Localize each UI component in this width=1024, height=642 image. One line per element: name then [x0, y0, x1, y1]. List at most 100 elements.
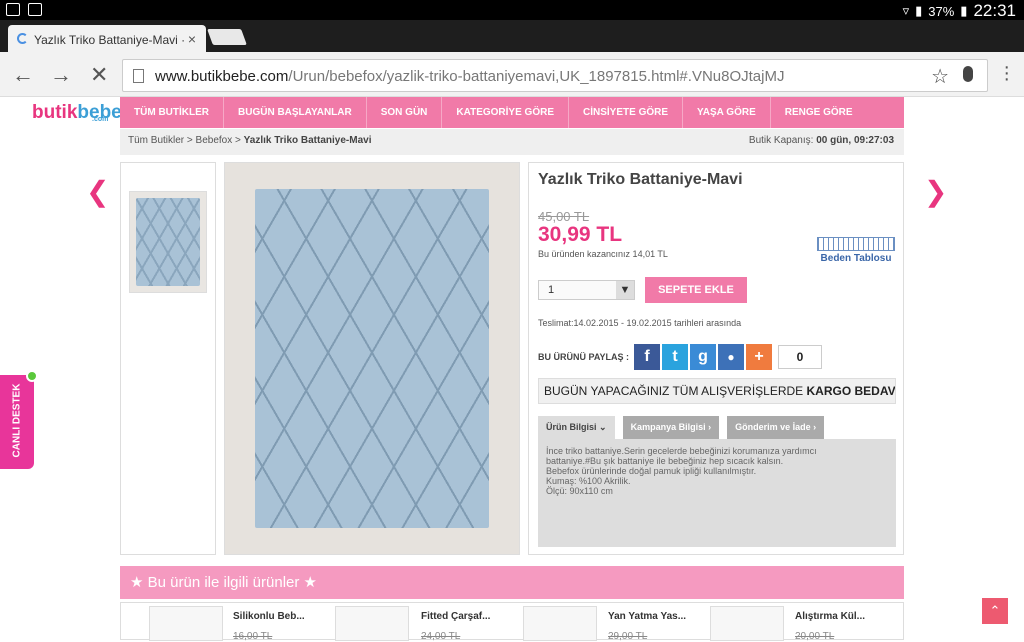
- logo-part-1: butik: [32, 102, 78, 123]
- delivery-info: Teslimat:14.02.2015 - 19.02.2015 tarihle…: [538, 318, 742, 328]
- online-status-dot: [26, 370, 38, 382]
- scroll-to-top-button[interactable]: ⌃: [982, 598, 1008, 624]
- related-name: Alıştırma Kül...: [795, 611, 866, 622]
- star-icon: ★: [130, 574, 144, 591]
- tab-shipping-returns[interactable]: Gönderim ve İade ›: [727, 416, 825, 439]
- chevron-down-icon: ▼: [616, 281, 634, 299]
- crumb-separator: >: [235, 135, 241, 146]
- related-name: Silikonlu Beb...: [233, 611, 305, 622]
- nav-by-age[interactable]: YAŞA GÖRE: [683, 97, 771, 128]
- share-label: BU ÜRÜNÜ PAYLAŞ :: [538, 352, 630, 362]
- related-product-image[interactable]: [710, 606, 784, 641]
- bookmark-star-icon[interactable]: ☆: [931, 64, 949, 89]
- page-icon: [133, 69, 144, 83]
- logo-suffix: .com: [92, 116, 109, 123]
- nav-by-gender[interactable]: CİNSİYETE GÖRE: [569, 97, 684, 128]
- related-title: Bu ürün ile ilgili ürünler: [147, 574, 300, 591]
- blanket-photo: [255, 189, 489, 528]
- related-old-price: 24,00 TL: [421, 631, 461, 642]
- product-title: Yazlık Triko Battaniye-Mavi: [538, 171, 743, 188]
- close-tab-icon[interactable]: ×: [188, 31, 196, 47]
- microphone-icon[interactable]: [963, 66, 973, 82]
- tab-title: Yazlık Triko Battaniye-Mavi ·: [34, 33, 186, 47]
- related-product-image[interactable]: [149, 606, 223, 641]
- saving-text: Bu üründen kazancınız 14,01 TL: [538, 249, 668, 259]
- add-to-cart-button[interactable]: SEPETE EKLE: [645, 277, 747, 303]
- people-icon[interactable]: ●: [718, 344, 745, 370]
- description-line: Kumaş: %100 Akrilik.: [546, 476, 631, 486]
- product-description: İnce triko battaniye.Serin gecelerde beb…: [538, 439, 896, 547]
- address-bar[interactable]: www.butikbebe.com/Urun/bebefox/yazlik-tr…: [122, 59, 988, 92]
- free-shipping-bold: KARGO BEDAVA!: [806, 384, 895, 398]
- related-product[interactable]: Silikonlu Beb... 16,00 TL: [233, 611, 305, 642]
- task-icon: [28, 3, 42, 16]
- browser-tab[interactable]: Yazlık Triko Battaniye-Mavi · ×: [8, 25, 206, 52]
- twitter-icon[interactable]: t: [662, 344, 689, 370]
- browser-toolbar: ← → ✕ www.butikbebe.com/Urun/bebefox/yaz…: [0, 52, 1024, 97]
- new-tab-button[interactable]: [207, 29, 247, 45]
- main-navigation: TÜM BUTİKLER BUGÜN BAŞLAYANLAR SON GÜN K…: [120, 97, 904, 128]
- quantity-value: 1: [548, 284, 555, 296]
- url-text[interactable]: www.butikbebe.com/Urun/bebefox/yazlik-tr…: [155, 68, 784, 85]
- related-products-header: ★ Bu ürün ile ilgili ürünler ★: [120, 566, 904, 599]
- related-product[interactable]: Fitted Çarşaf... 24,00 TL: [421, 611, 490, 642]
- tab-campaign-info-label: Kampanya Bilgisi: [630, 422, 706, 432]
- related-old-price: 29,00 TL: [608, 631, 648, 642]
- size-chart-label: Beden Tablosu: [820, 253, 892, 264]
- back-icon[interactable]: ←: [12, 62, 34, 88]
- tab-product-info[interactable]: Ürün Bilgisi ⌄: [538, 416, 615, 439]
- product-info-panel: Yazlık Triko Battaniye-Mavi 45,00 TL 30,…: [528, 162, 904, 555]
- boutique-timer: Butik Kapanış: 00 gün, 09:27:03: [749, 135, 894, 146]
- related-product[interactable]: Alıştırma Kül... 20,00 TL: [795, 611, 865, 642]
- live-support-tab[interactable]: CANLI DESTEK: [0, 375, 34, 469]
- nav-by-color[interactable]: RENGE GÖRE: [771, 97, 867, 128]
- clock: 22:31: [973, 1, 1016, 20]
- battery-level: 37%: [928, 3, 955, 19]
- nav-last-day[interactable]: SON GÜN: [367, 97, 443, 128]
- product-tabs: Ürün Bilgisi ⌄ Kampanya Bilgisi › Gönder…: [538, 416, 825, 439]
- free-shipping-text: BUGÜN YAPACAĞINIZ TÜM ALIŞVERİŞLERDE: [544, 384, 807, 398]
- plus-share-icon[interactable]: +: [746, 344, 773, 370]
- product-main-image[interactable]: [224, 162, 520, 555]
- previous-product-icon[interactable]: ❮: [86, 175, 109, 208]
- related-old-price: 20,00 TL: [795, 631, 835, 642]
- signal-icon: ▮: [915, 3, 923, 18]
- thumbnail-gallery: [120, 162, 216, 555]
- url-path: /Urun/bebefox/yazlik-triko-battaniyemavi…: [288, 68, 785, 85]
- gallery-icon: [6, 3, 20, 16]
- browser-tab-strip: Yazlık Triko Battaniye-Mavi · ×: [0, 20, 1024, 52]
- forward-icon[interactable]: →: [50, 62, 72, 88]
- next-product-icon[interactable]: ❯: [924, 175, 947, 208]
- product-thumbnail[interactable]: [129, 191, 207, 293]
- timer-label: Butik Kapanış:: [748, 135, 814, 146]
- crumb-all-boutiques[interactable]: Tüm Butikler: [128, 135, 184, 146]
- overflow-menu-icon[interactable]: · · ·: [1003, 57, 1010, 89]
- quantity-select[interactable]: 1 ▼: [538, 280, 635, 300]
- ruler-icon: [817, 237, 895, 251]
- related-old-price: 16,00 TL: [233, 631, 273, 642]
- size-chart-link[interactable]: Beden Tablosu: [817, 237, 895, 264]
- tab-campaign-info[interactable]: Kampanya Bilgisi ›: [622, 416, 720, 439]
- current-price: 30,99 TL: [538, 223, 623, 246]
- google-plus-icon[interactable]: g: [690, 344, 717, 370]
- crumb-current: Yazlık Triko Battaniye-Mavi: [243, 135, 372, 146]
- wifi-icon: ▿: [902, 3, 910, 18]
- stop-loading-icon[interactable]: ✕: [90, 62, 108, 88]
- facebook-icon[interactable]: f: [634, 344, 661, 370]
- android-status-bar: ▿ ▮ 37% ▮ 22:31: [0, 0, 1024, 20]
- tab-product-info-label: Ürün Bilgisi: [546, 422, 597, 432]
- related-product-image[interactable]: [523, 606, 597, 641]
- web-page: butikbebe .com TÜM BUTİKLER BUGÜN BAŞLAYA…: [0, 97, 1024, 642]
- related-product[interactable]: Yan Yatma Yas... 29,00 TL: [608, 611, 686, 642]
- nav-all-boutiques[interactable]: TÜM BUTİKLER: [120, 97, 224, 128]
- related-name: Yan Yatma Yas...: [608, 611, 687, 622]
- crumb-separator: >: [186, 135, 193, 146]
- related-products-carousel: Silikonlu Beb... 16,00 TL Fitted Çarşaf..…: [120, 602, 904, 642]
- nav-starting-today[interactable]: BUGÜN BAŞLAYANLAR: [224, 97, 367, 128]
- crumb-bebefox[interactable]: Bebefox: [196, 135, 233, 146]
- description-line: İnce triko battaniye.Serin gecelerde beb…: [546, 446, 817, 456]
- nav-by-category[interactable]: KATEGORİYE GÖRE: [442, 97, 569, 128]
- battery-icon: ▮: [960, 3, 968, 18]
- related-product-image[interactable]: [335, 606, 409, 641]
- site-logo[interactable]: butikbebe .com: [32, 102, 122, 124]
